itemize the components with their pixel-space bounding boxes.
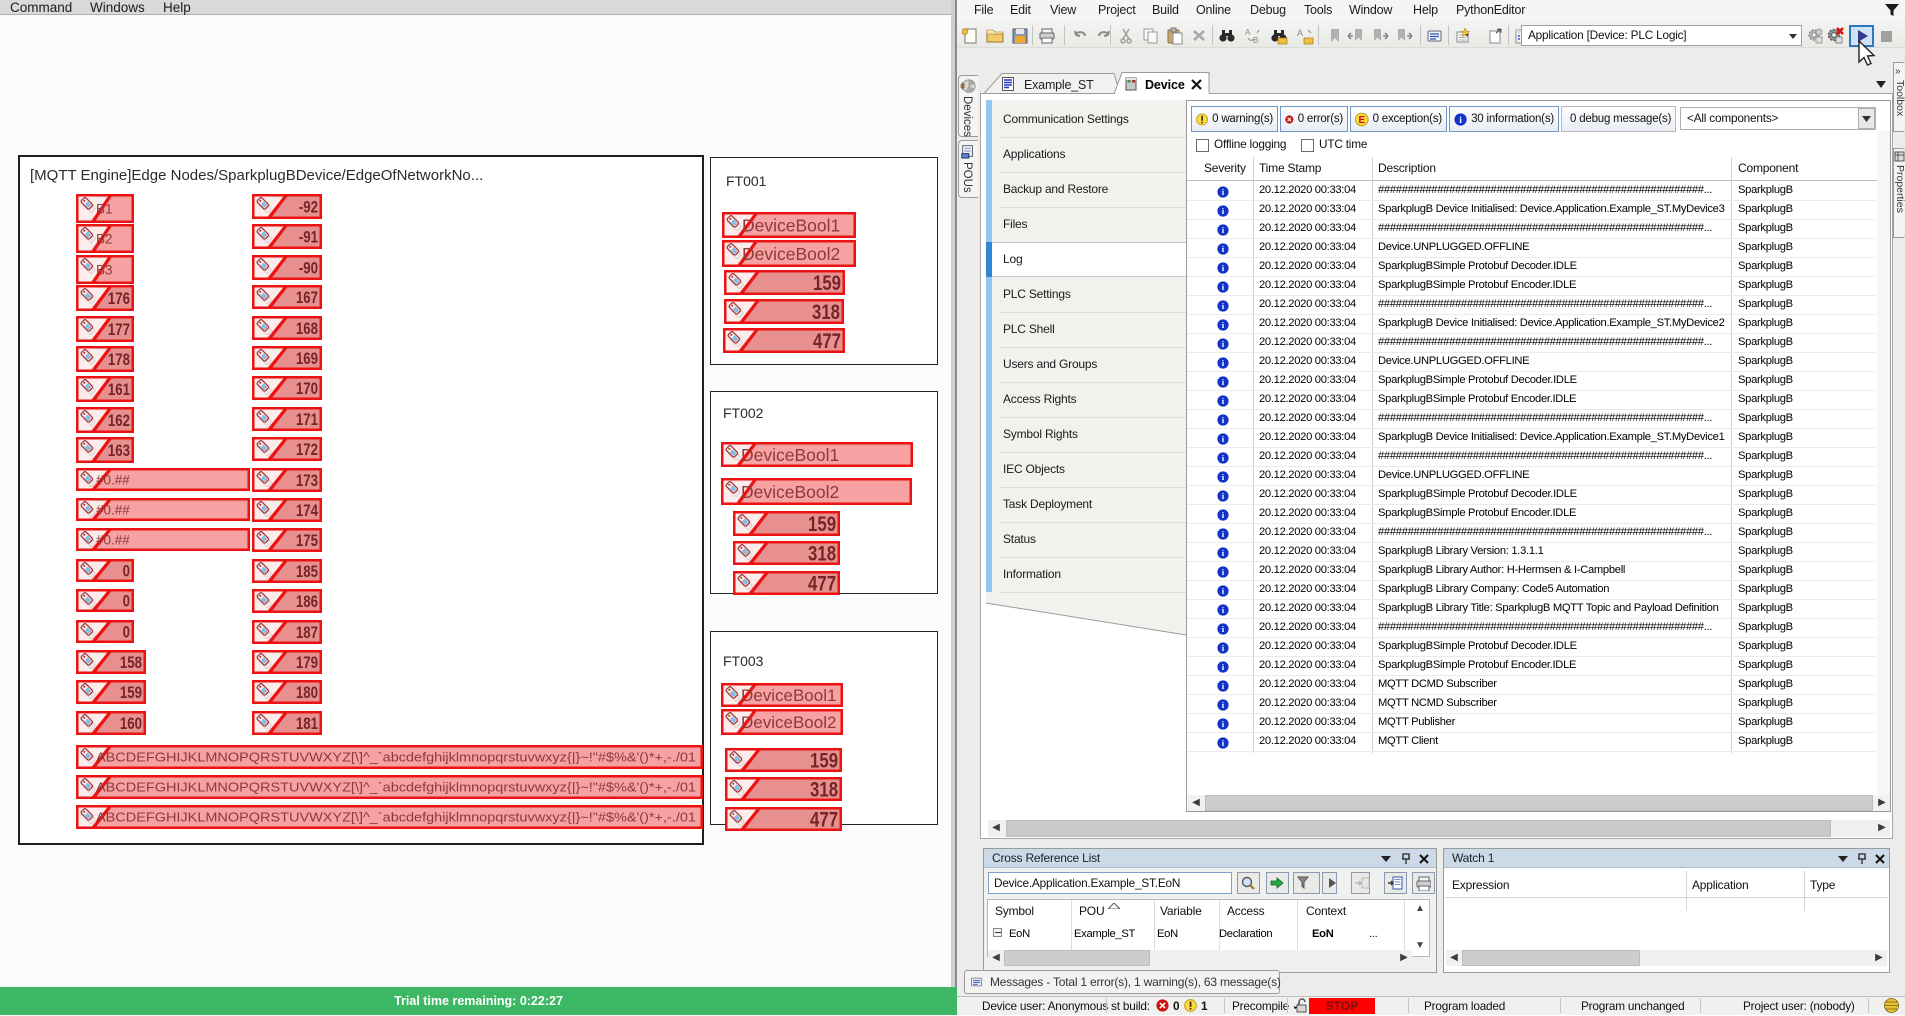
- svg-text:-91: -91: [299, 228, 319, 247]
- svg-text:159: 159: [808, 513, 836, 536]
- svg-text:ABCDEFGHIJKLMNOPQRSTUVWXYZ[\]^: ABCDEFGHIJKLMNOPQRSTUVWXYZ[\]^_`abcdefgh…: [96, 780, 696, 795]
- svg-text:DeviceBool1: DeviceBool1: [741, 686, 836, 705]
- svg-text:-90: -90: [299, 259, 318, 278]
- svg-text:160: 160: [120, 715, 142, 734]
- svg-text:DeviceBool2: DeviceBool2: [741, 713, 836, 732]
- svg-text:173: 173: [296, 472, 318, 491]
- svg-text:DeviceBool1: DeviceBool1: [742, 215, 840, 235]
- svg-text:187: 187: [296, 624, 318, 643]
- svg-text:0: 0: [123, 623, 130, 642]
- svg-text:B1: B1: [96, 201, 113, 216]
- svg-text:163: 163: [108, 442, 130, 461]
- svg-text:176: 176: [108, 290, 130, 309]
- svg-text:DeviceBool2: DeviceBool2: [741, 482, 839, 502]
- svg-text:#0.##: #0.##: [96, 472, 130, 487]
- svg-text:159: 159: [810, 750, 838, 772]
- svg-text:171: 171: [296, 411, 319, 430]
- svg-text:174: 174: [296, 502, 319, 521]
- svg-text:168: 168: [296, 320, 318, 339]
- svg-text:185: 185: [296, 563, 319, 582]
- svg-text:169: 169: [296, 350, 318, 369]
- svg-text:A: A: [1245, 28, 1251, 37]
- svg-text:477: 477: [808, 573, 836, 595]
- svg-text:179: 179: [296, 654, 318, 673]
- svg-text:ABCDEFGHIJKLMNOPQRSTUVWXYZ[\]^: ABCDEFGHIJKLMNOPQRSTUVWXYZ[\]^_`abcdefgh…: [96, 750, 696, 765]
- svg-text:159: 159: [120, 684, 142, 703]
- svg-text:318: 318: [808, 543, 836, 565]
- svg-text:E: E: [1359, 115, 1366, 126]
- svg-text:#0.##: #0.##: [96, 502, 130, 517]
- svg-text:175: 175: [296, 532, 319, 551]
- svg-text:0: 0: [123, 592, 130, 611]
- svg-text:162: 162: [108, 412, 130, 431]
- svg-text:167: 167: [296, 289, 318, 308]
- svg-text:177: 177: [108, 321, 130, 340]
- svg-text:159: 159: [813, 272, 841, 295]
- svg-text:186: 186: [296, 593, 318, 612]
- svg-text:158: 158: [120, 654, 142, 673]
- svg-text:178: 178: [108, 351, 130, 370]
- svg-text:ABCDEFGHIJKLMNOPQRSTUVWXYZ[\]^: ABCDEFGHIJKLMNOPQRSTUVWXYZ[\]^_`abcdefgh…: [96, 810, 696, 825]
- svg-text:DeviceBool2: DeviceBool2: [742, 244, 840, 264]
- svg-text:170: 170: [296, 380, 318, 399]
- svg-text:477: 477: [813, 330, 841, 353]
- svg-text:161: 161: [108, 381, 131, 400]
- svg-text:B3: B3: [96, 262, 113, 277]
- svg-text:318: 318: [810, 779, 838, 801]
- svg-text:180: 180: [296, 684, 318, 703]
- svg-text:DeviceBool1: DeviceBool1: [741, 445, 839, 465]
- svg-text:B: B: [1253, 36, 1258, 45]
- svg-text:-92: -92: [299, 198, 318, 217]
- svg-text:#0.##: #0.##: [96, 532, 130, 547]
- svg-text:181: 181: [296, 715, 319, 734]
- svg-text:0: 0: [123, 562, 130, 581]
- svg-text:172: 172: [296, 441, 318, 460]
- svg-text:A: A: [1297, 28, 1303, 38]
- svg-text:477: 477: [810, 809, 838, 831]
- svg-text:B2: B2: [96, 231, 113, 246]
- svg-text:318: 318: [812, 301, 840, 324]
